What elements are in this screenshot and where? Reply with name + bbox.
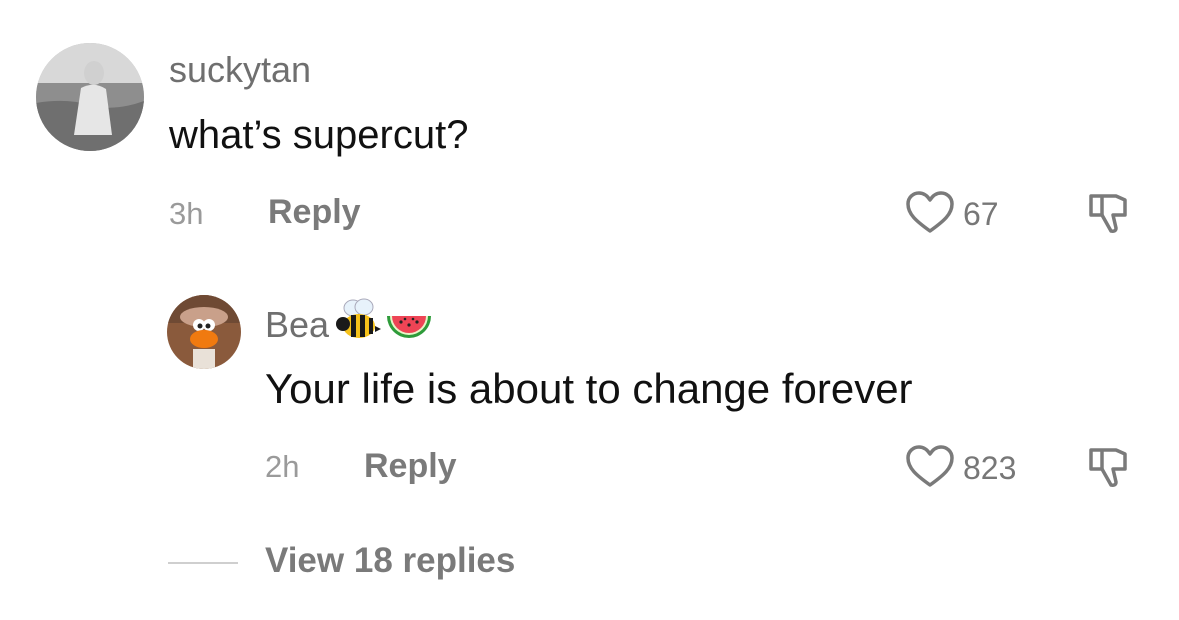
like-button[interactable]: 823 xyxy=(905,444,1016,493)
divider xyxy=(168,562,238,564)
comment-timestamp: 3h xyxy=(169,196,204,231)
thumbs-down-icon xyxy=(1086,194,1130,239)
heart-icon xyxy=(905,444,955,493)
thumbs-down-icon xyxy=(1086,448,1130,493)
like-count: 67 xyxy=(963,196,999,232)
like-button[interactable]: 67 xyxy=(905,190,999,239)
reply-button[interactable]: Reply xyxy=(268,193,361,232)
dislike-button[interactable] xyxy=(1086,445,1130,494)
comment-text: what’s supercut? xyxy=(169,113,469,157)
reply-button[interactable]: Reply xyxy=(364,447,457,486)
avatar[interactable] xyxy=(167,295,241,369)
bee-emoji xyxy=(331,296,383,353)
comment-text: Your life is about to change forever xyxy=(265,365,913,412)
username-row: Bea xyxy=(265,296,435,353)
comment-username[interactable]: Bea xyxy=(265,304,329,346)
avatar[interactable] xyxy=(36,43,144,151)
like-count: 823 xyxy=(963,450,1017,486)
heart-icon xyxy=(905,190,955,239)
comment-timestamp: 2h xyxy=(265,449,300,484)
dislike-button[interactable] xyxy=(1086,191,1130,240)
comment-username[interactable]: suckytan xyxy=(169,49,311,91)
view-replies-button[interactable]: View 18 replies xyxy=(265,541,515,581)
watermelon-emoji xyxy=(383,296,435,353)
